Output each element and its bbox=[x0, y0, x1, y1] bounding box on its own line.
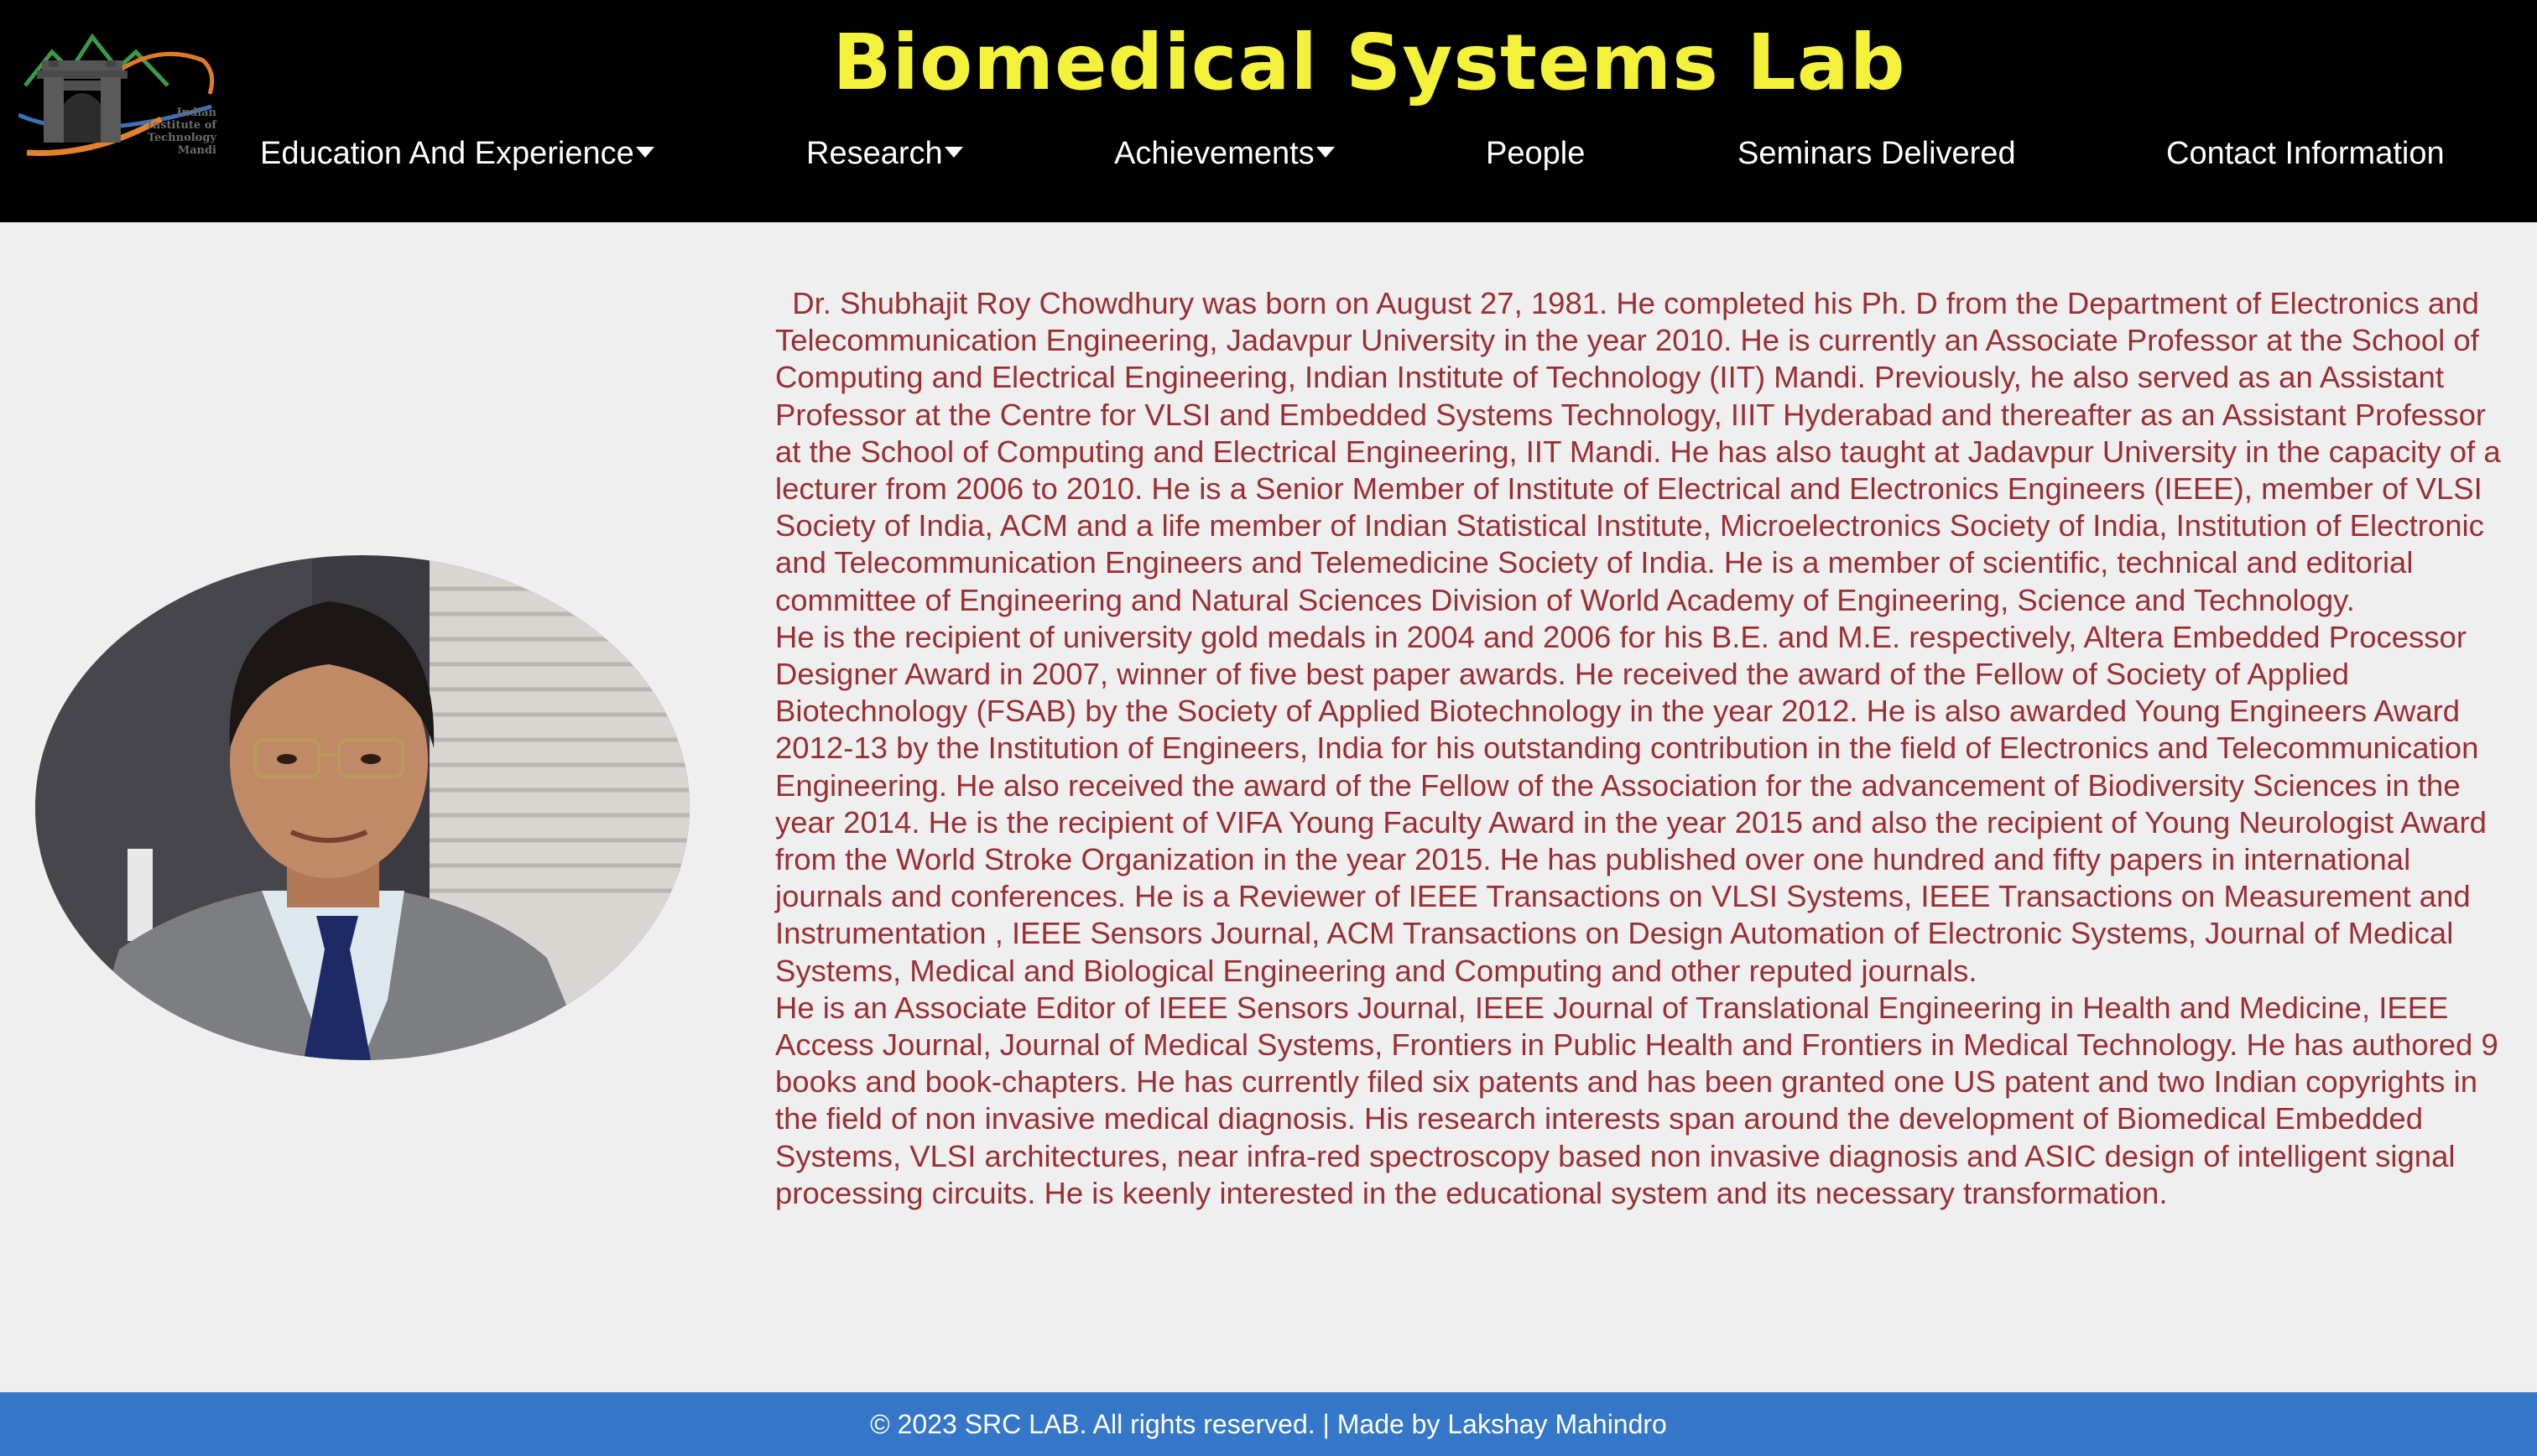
logo-text-line-1: Indian bbox=[177, 107, 217, 119]
bio-paragraph: He is an Associate Editor of IEEE Sensor… bbox=[775, 990, 2498, 1210]
nav-label: Research bbox=[806, 136, 943, 171]
nav-research[interactable]: Research bbox=[806, 126, 963, 185]
nav-label: Contact Information bbox=[2166, 136, 2445, 171]
nav-education-and-experience[interactable]: Education And Experience bbox=[260, 126, 654, 185]
nav-label: Seminars Delivered bbox=[1737, 136, 2016, 171]
nav-label: People bbox=[1486, 136, 1586, 171]
nav-contact-information[interactable]: Contact Information bbox=[2166, 126, 2445, 185]
bio-paragraph: He is the recipient of university gold m… bbox=[775, 619, 2487, 988]
footer-copyright: © 2023 SRC LAB. All rights reserved. | M… bbox=[870, 1409, 1667, 1439]
nav-people[interactable]: People bbox=[1486, 126, 1585, 185]
nav-seminars-delivered[interactable]: Seminars Delivered bbox=[1737, 126, 2016, 185]
main-nav: Education And Experience Research Achiev… bbox=[0, 126, 2537, 185]
biography: Dr. Shubhajit Roy Chowdhury was born on … bbox=[775, 285, 2503, 1212]
caret-down-icon bbox=[635, 147, 654, 159]
nav-label: Education And Experience bbox=[260, 136, 634, 171]
site-title: Biomedical Systems Lab bbox=[832, 18, 1906, 107]
site-header: Indian Institute of Technology Mandi Bio… bbox=[0, 0, 2537, 222]
caret-down-icon bbox=[1315, 147, 1335, 159]
profile-photo bbox=[35, 555, 690, 1060]
site-footer: © 2023 SRC LAB. All rights reserved. | M… bbox=[0, 1392, 2537, 1456]
caret-down-icon bbox=[944, 147, 963, 159]
bio-paragraph: Dr. Shubhajit Roy Chowdhury was born on … bbox=[775, 286, 2501, 617]
nav-label: Achievements bbox=[1114, 136, 1315, 171]
portrait-image bbox=[35, 555, 690, 1060]
nav-achievements[interactable]: Achievements bbox=[1114, 126, 1335, 185]
